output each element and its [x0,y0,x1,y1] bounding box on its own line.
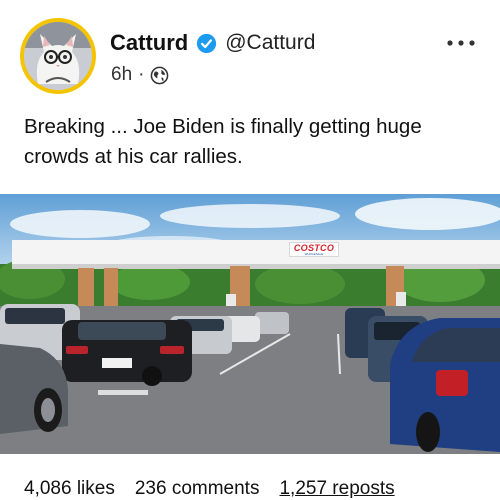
post-photo[interactable]: COSTCO WHOLESALE [0,194,500,454]
gas-station-photo [0,194,500,454]
meta-separator: · [138,64,145,85]
globe-icon [151,66,169,84]
author-handle[interactable]: @Catturd [225,31,315,55]
verified-badge-icon [197,33,217,53]
cat-avatar-image [24,22,92,90]
display-name[interactable]: Catturd [110,30,188,56]
avatar[interactable] [20,18,96,94]
reposts-count[interactable]: 1,257 reposts [279,478,394,500]
post-text: Breaking ... Joe Biden is finally gettin… [24,115,422,168]
comments-count[interactable]: 236 comments [135,478,260,500]
costco-sign: COSTCO WHOLESALE [289,242,339,257]
engagement-stats: 4,086 likes 236 comments 1,257 reposts [24,478,415,500]
post-card: Catturd @Catturd 6h · Breaking ... Joe B… [0,0,500,500]
author-row: Catturd @Catturd [110,30,315,56]
timestamp[interactable]: 6h [111,64,132,86]
post-meta: 6h · [111,64,169,86]
likes-count[interactable]: 4,086 likes [24,478,115,500]
more-options-icon[interactable] [446,38,476,48]
costco-sign-subtext: WHOLESALE [304,251,324,256]
